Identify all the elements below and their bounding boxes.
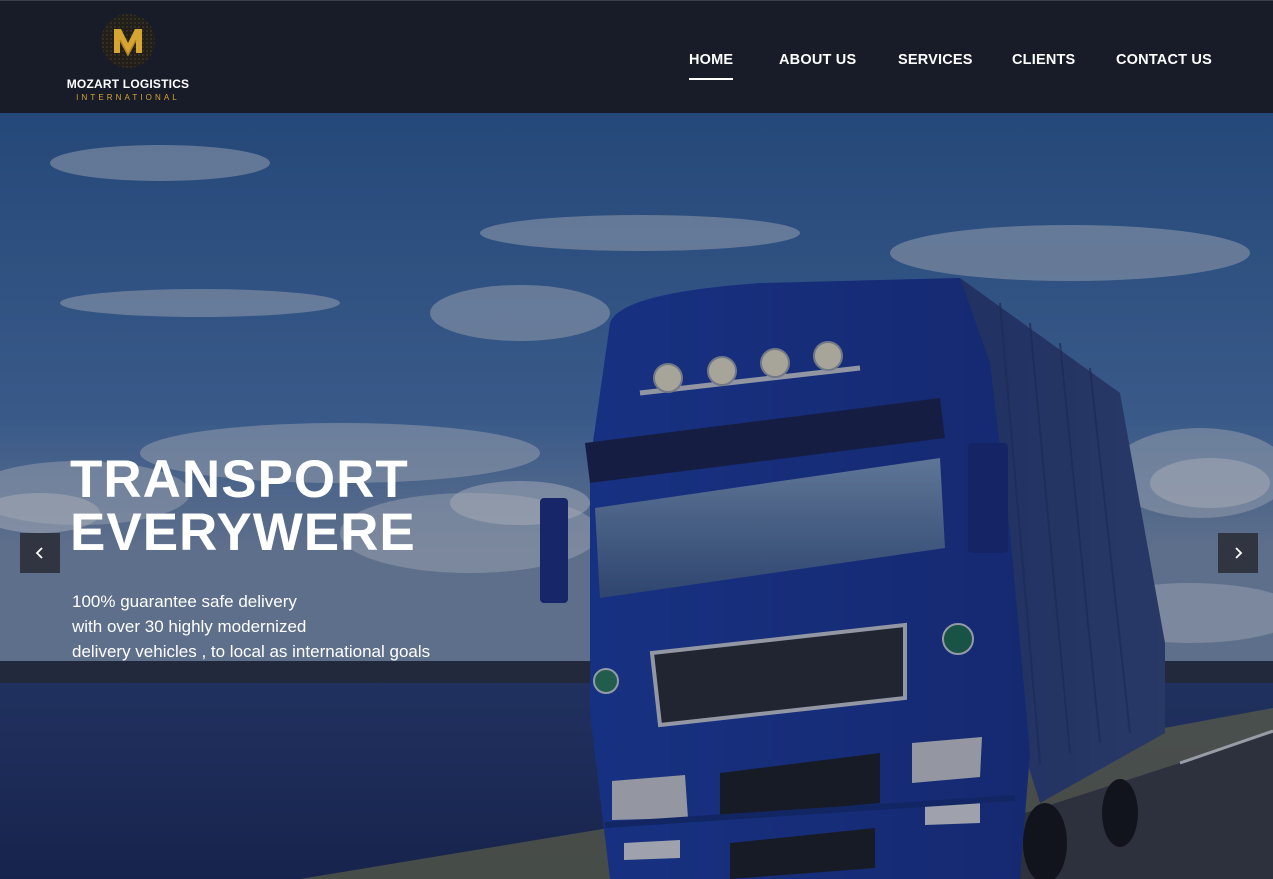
- hero-description: 100% guarantee safe delivery with over 3…: [72, 589, 430, 664]
- hero-description-line-2: with over 30 highly modernized: [72, 617, 307, 636]
- hero-slider: TRANSPORT EVERYWERE 100% guarantee safe …: [0, 113, 1273, 879]
- brand-logo[interactable]: MOZART LOGISTICS INTERNATIONAL: [66, 13, 190, 105]
- brand-subtitle: INTERNATIONAL: [76, 93, 180, 102]
- slider-prev-button[interactable]: [20, 533, 60, 573]
- brand-name: MOZART LOGISTICS: [66, 77, 190, 91]
- nav-about-us[interactable]: ABOUT US: [779, 52, 856, 68]
- hero-description-line-1: 100% guarantee safe delivery: [72, 592, 297, 611]
- logo-mark-icon: [101, 14, 155, 68]
- nav-home[interactable]: HOME: [689, 52, 734, 80]
- site-header: MOZART LOGISTICS INTERNATIONAL HOME ABOU…: [0, 0, 1273, 113]
- hero-title: TRANSPORT EVERYWERE: [70, 453, 416, 559]
- nav-services[interactable]: SERVICES: [898, 52, 973, 68]
- hero-title-line-2: EVERYWERE: [70, 503, 416, 562]
- chevron-left-icon: [35, 547, 43, 559]
- hero-title-line-1: TRANSPORT: [70, 450, 409, 509]
- hero-description-line-3: delivery vehicles , to local as internat…: [72, 642, 431, 661]
- slider-next-button[interactable]: [1218, 533, 1258, 573]
- chevron-right-icon: [1235, 547, 1243, 559]
- nav-contact-us[interactable]: CONTACT US: [1116, 52, 1212, 68]
- nav-clients[interactable]: CLIENTS: [1012, 52, 1075, 68]
